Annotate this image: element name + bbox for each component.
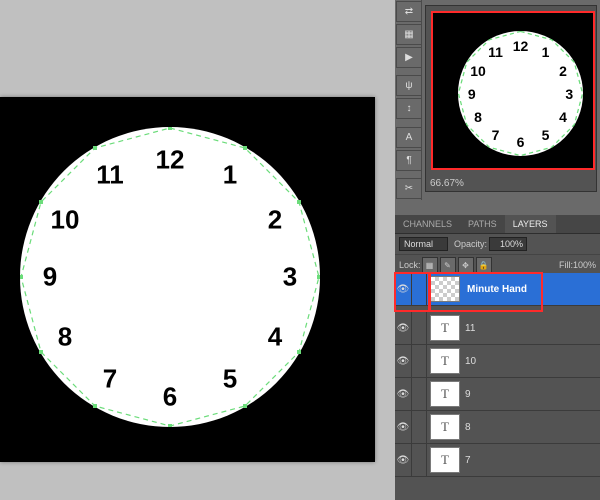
num-6: 6 [163,382,177,413]
layer-name[interactable]: 8 [463,422,600,433]
blend-mode-select[interactable]: Normal [399,237,448,251]
layer-10[interactable]: 👁 T 10 [395,345,600,378]
lock-all-icon[interactable]: 🔒 [476,257,492,273]
num-2: 2 [268,205,282,236]
num-1: 1 [223,160,237,191]
zoom-level[interactable]: 66.67% [430,178,464,189]
layer-minute-hand[interactable]: 👁 Minute Hand [395,273,600,306]
layer-name[interactable]: 7 [463,455,600,466]
visibility-icon[interactable]: 👁 [395,389,411,400]
num-3: 3 [283,262,297,293]
lock-transparency-icon[interactable]: ▦ [422,257,438,273]
visibility-icon[interactable]: 👁 [395,356,411,367]
num-5: 5 [223,364,237,395]
num-8: 8 [58,322,72,353]
right-panels: ⇄ ▦ ▶ ψ ↕ A ¶ ✂ 12 1 2 3 4 5 6 7 8 9 10 … [395,0,600,500]
type-layer-icon: T [430,315,460,341]
tool-e[interactable]: ↕ [396,98,422,119]
clock-face: 12 1 2 3 4 5 6 7 8 9 10 11 [20,127,320,427]
type-layer-icon: T [430,381,460,407]
lock-paint-icon[interactable]: ✎ [440,257,456,273]
num-11: 11 [96,160,124,191]
navigator-panel: 12 1 2 3 4 5 6 7 8 9 10 11 66.67% [425,5,597,192]
visibility-icon[interactable]: 👁 [395,284,411,295]
fill-input[interactable]: 100% [573,260,596,270]
panel-tabs: CHANNELS PATHS LAYERS [395,215,600,234]
layer-8[interactable]: 👁 T 8 [395,411,600,444]
type-layer-icon: T [430,447,460,473]
tool-c[interactable]: ▶ [396,47,422,68]
opacity-label: Opacity: [454,239,487,249]
layer-name[interactable]: 11 [463,323,600,334]
tool-h[interactable]: ✂ [396,178,422,199]
nav-polygon [458,31,583,156]
layer-7[interactable]: 👁 T 7 [395,444,600,477]
visibility-icon[interactable]: 👁 [395,422,411,433]
tool-d[interactable]: ψ [396,75,422,96]
layer-name[interactable]: Minute Hand [463,281,600,298]
navigator-thumb[interactable]: 12 1 2 3 4 5 6 7 8 9 10 11 [431,11,595,170]
layer-name[interactable]: 10 [463,356,600,367]
visibility-icon[interactable]: 👁 [395,455,411,466]
vertical-toolbar: ⇄ ▦ ▶ ψ ↕ A ¶ ✂ [395,0,422,200]
tab-layers[interactable]: LAYERS [505,215,556,233]
tab-paths[interactable]: PATHS [460,215,505,233]
layer-9[interactable]: 👁 T 9 [395,378,600,411]
num-10: 10 [51,205,80,236]
type-layer-icon: T [430,414,460,440]
layers-list: 👁 Minute Hand 👁 T 11 👁 T 10 👁 T 9 [395,273,600,500]
lock-position-icon[interactable]: ✥ [458,257,474,273]
lock-label: Lock: [399,260,421,270]
num-4: 4 [268,322,282,353]
tool-f[interactable]: A [396,127,422,148]
tab-channels[interactable]: CHANNELS [395,215,460,233]
num-9: 9 [43,262,57,293]
layer-thumb[interactable] [430,276,460,302]
main-canvas[interactable]: 12 1 2 3 4 5 6 7 8 9 10 11 [0,97,375,462]
tool-g[interactable]: ¶ [396,150,422,171]
layer-11[interactable]: 👁 T 11 [395,312,600,345]
num-7: 7 [103,364,117,395]
visibility-icon[interactable]: 👁 [395,323,411,334]
blend-row: Normal Opacity: 100% [395,234,600,255]
tool-a[interactable]: ⇄ [396,1,422,22]
layer-name[interactable]: 9 [463,389,600,400]
type-layer-icon: T [430,348,460,374]
tool-b[interactable]: ▦ [396,24,422,45]
opacity-input[interactable]: 100% [489,237,527,251]
num-12: 12 [156,145,185,176]
fill-label: Fill: [559,260,573,270]
layers-panel: CHANNELS PATHS LAYERS Normal Opacity: 10… [395,215,600,500]
